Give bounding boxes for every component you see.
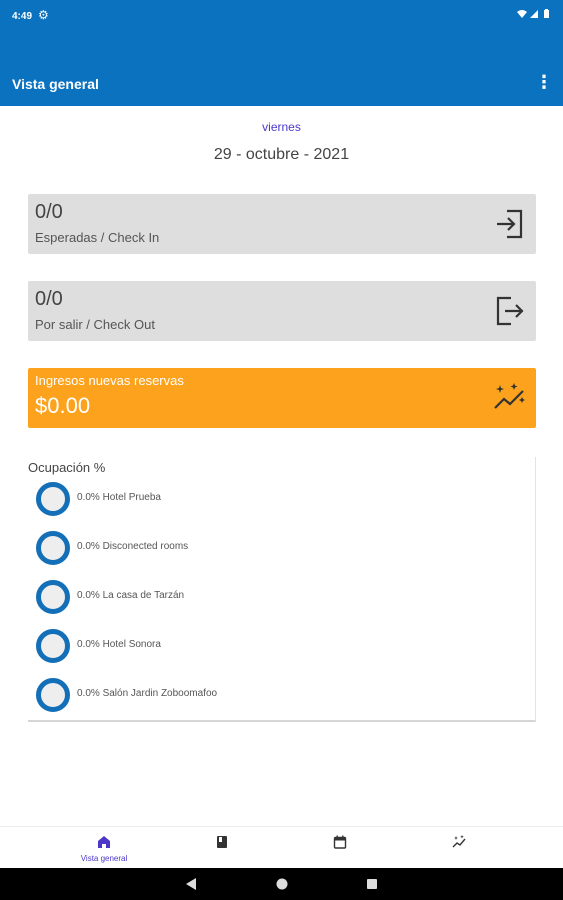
more-vert-icon[interactable]: ⋮: [535, 72, 553, 93]
check-in-count: 0/0: [35, 201, 63, 223]
occupancy-ring: [36, 629, 70, 663]
trending-sparkle-icon: [494, 383, 525, 409]
occupancy-item[interactable]: 0.0% Hotel Sonora: [35, 628, 515, 664]
trending-icon: [452, 835, 466, 848]
nav-item-overview[interactable]: Vista general: [54, 827, 154, 869]
occupancy-item[interactable]: 0.0% Salón Jardin Zoboomafoo: [35, 677, 515, 713]
system-navigation-bar: [0, 868, 563, 900]
day-of-week: viernes: [262, 120, 301, 134]
occupancy-panel: Ocupación % 0.0% Hotel Prueba 0.0% Disco…: [28, 457, 536, 722]
occupancy-ring: [36, 678, 70, 712]
occupancy-item-label: 0.0% Hotel Sonora: [77, 639, 161, 650]
occupancy-ring: [36, 580, 70, 614]
occupancy-heading: Ocupación %: [28, 460, 106, 475]
current-date: 29 - octubre - 2021: [213, 146, 350, 163]
home-icon: [98, 836, 110, 848]
recents-icon[interactable]: [366, 877, 378, 891]
calendar-icon: [333, 835, 347, 849]
nav-item-statistics[interactable]: [409, 827, 509, 869]
occupancy-item-label: 0.0% Hotel Prueba: [77, 492, 161, 503]
login-icon: [497, 209, 523, 239]
system-status-icons: [517, 9, 551, 22]
back-icon[interactable]: [185, 877, 197, 891]
page-title: Vista general: [12, 76, 99, 92]
check-out-label: Por salir / Check Out: [35, 317, 155, 332]
bottom-navigation: Vista general: [0, 826, 563, 868]
book-icon: [217, 836, 227, 848]
occupancy-item-label: 0.0% Disconected rooms: [77, 541, 189, 552]
occupancy-item[interactable]: 0.0% La casa de Tarzán: [35, 579, 515, 615]
check-in-card[interactable]: 0/0 Esperadas / Check In: [28, 194, 536, 254]
nav-item-label: Vista general: [80, 854, 128, 863]
revenue-label: Ingresos nuevas reservas: [35, 373, 184, 388]
revenue-value: $0.00: [35, 393, 91, 418]
check-in-label: Esperadas / Check In: [35, 230, 160, 245]
occupancy-ring: [36, 531, 70, 565]
check-out-count: 0/0: [35, 288, 63, 310]
occupancy-item[interactable]: 0.0% Hotel Prueba: [35, 481, 515, 517]
check-out-card[interactable]: 0/0 Por salir / Check Out: [28, 281, 536, 341]
occupancy-item-label: 0.0% Salón Jardin Zoboomafoo: [77, 688, 218, 699]
occupancy-ring: [36, 482, 70, 516]
wifi-signal-battery-icon: [517, 9, 549, 18]
status-bar: 4:49 ⚙: [0, 0, 563, 36]
nav-item-calendar[interactable]: [290, 827, 390, 869]
occupancy-item[interactable]: 0.0% Disconected rooms: [35, 530, 515, 566]
app-bar: Vista general ⋮: [0, 36, 563, 106]
logout-icon: [496, 296, 524, 326]
occupancy-item-label: 0.0% La casa de Tarzán: [77, 590, 185, 601]
new-bookings-revenue-card[interactable]: Ingresos nuevas reservas $0.00: [28, 368, 536, 428]
nav-item-bookings[interactable]: [172, 827, 272, 869]
home-circle-icon[interactable]: [275, 877, 289, 891]
gear-icon: ⚙: [38, 8, 49, 22]
status-time: 4:49: [12, 11, 33, 22]
